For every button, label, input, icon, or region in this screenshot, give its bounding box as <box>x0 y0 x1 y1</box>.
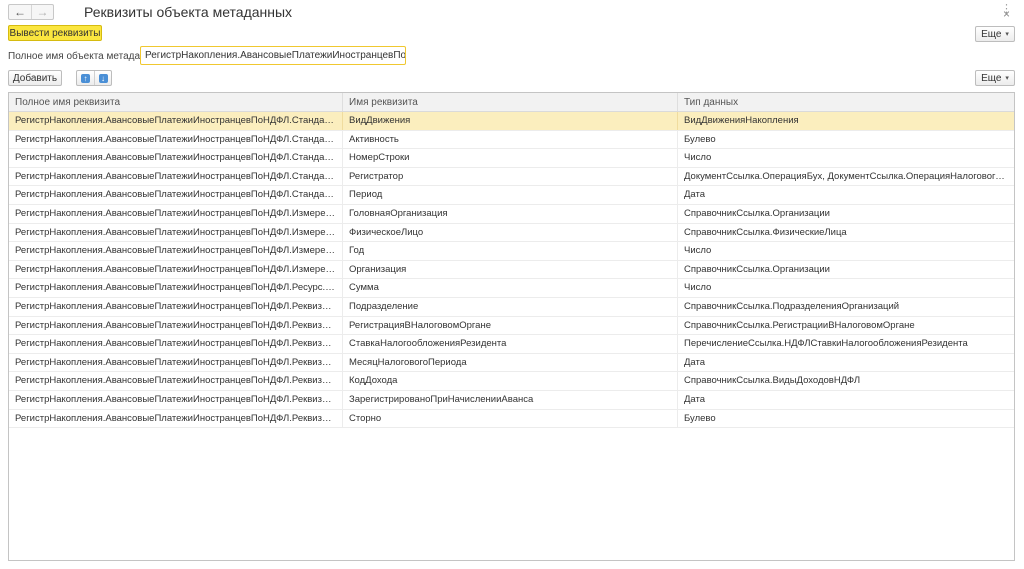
cell-type: СправочникСсылка.Организации <box>684 263 830 275</box>
cell-name: Сторно <box>343 409 678 428</box>
cell-full-name: РегистрНакопления.АвансовыеПлатежиИностр… <box>9 316 343 335</box>
cell-name: ВидДвижения <box>343 112 678 130</box>
table-row[interactable]: РегистрНакопления.АвансовыеПлатежиИностр… <box>9 130 1014 150</box>
cell-full-name: РегистрНакопления.АвансовыеПлатежиИностр… <box>9 372 343 390</box>
output-attributes-label: Вывести реквизиты <box>9 27 101 39</box>
cell-type: СправочникСсылка.РегистрацииВНалоговомОр… <box>684 319 915 331</box>
cell-full-name: РегистрНакопления.АвансовыеПлатежиИностр… <box>9 149 343 167</box>
cell-name: Подразделение <box>343 297 678 316</box>
cell-type: СправочникСсылка.Организации <box>684 207 830 219</box>
caret-down-icon: ▾ <box>1005 31 1009 38</box>
cell-type: Дата <box>684 356 706 368</box>
cell-full-name: РегистрНакопления.АвансовыеПлатежиИностр… <box>9 353 343 372</box>
cell-type: Число <box>684 245 712 257</box>
cell-full-name: РегистрНакопления.АвансовыеПлатежиИностр… <box>9 297 343 316</box>
column-header-type[interactable]: Тип данных <box>678 93 1014 111</box>
cell-full-name: РегистрНакопления.АвансовыеПлатежиИностр… <box>9 167 343 186</box>
table-more-button[interactable]: Еще ▾ <box>975 70 1015 86</box>
column-header-full-name[interactable]: Полное имя реквизита <box>9 93 343 111</box>
table-row[interactable]: РегистрНакопления.АвансовыеПлатежиИностр… <box>9 167 1014 187</box>
table-row[interactable]: РегистрНакопления.АвансовыеПлатежиИностр… <box>9 186 1014 205</box>
add-label: Добавить <box>12 72 58 84</box>
table-row[interactable]: РегистрНакопления.АвансовыеПлатежиИностр… <box>9 112 1014 131</box>
table-row[interactable]: РегистрНакопления.АвансовыеПлатежиИностр… <box>9 149 1014 168</box>
cell-name: ГоловнаяОрганизация <box>343 204 678 223</box>
cell-name: Организация <box>343 260 678 279</box>
cell-full-name: РегистрНакопления.АвансовыеПлатежиИностр… <box>9 390 343 409</box>
cell-type: Дата <box>684 393 706 405</box>
column-header-name[interactable]: Имя реквизита <box>343 93 678 111</box>
move-up-button[interactable]: ↑ <box>77 71 94 85</box>
cell-name: РегистрацияВНалоговомОргане <box>343 316 678 335</box>
cell-name: ЗарегистрированоПриНачисленииАванса <box>343 390 678 409</box>
forward-button[interactable]: → <box>31 5 53 19</box>
attributes-table[interactable]: Полное имя реквизита Имя реквизита Тип д… <box>8 92 1015 561</box>
table-row[interactable]: РегистрНакопления.АвансовыеПлатежиИностр… <box>9 353 1014 373</box>
cell-type: СправочникСсылка.ВидыДоходовНДФЛ <box>684 375 861 387</box>
table-row[interactable]: РегистрНакопления.АвансовыеПлатежиИностр… <box>9 372 1014 391</box>
cell-name: Регистратор <box>343 167 678 186</box>
cell-full-name: РегистрНакопления.АвансовыеПлатежиИностр… <box>9 223 343 242</box>
cell-name: МесяцНалоговогоПериода <box>343 353 678 372</box>
table-row[interactable]: РегистрНакопления.АвансовыеПлатежиИностр… <box>9 204 1014 224</box>
cell-full-name: РегистрНакопления.АвансовыеПлатежиИностр… <box>9 409 343 428</box>
move-buttons: ↑ ↓ <box>76 70 112 86</box>
table-row[interactable]: РегистрНакопления.АвансовыеПлатежиИностр… <box>9 316 1014 336</box>
back-button[interactable]: ← <box>9 5 31 19</box>
cell-type: Дата <box>684 189 706 201</box>
table-row[interactable]: РегистрНакопления.АвансовыеПлатежиИностр… <box>9 223 1014 243</box>
arrow-down-icon: ↓ <box>98 73 108 83</box>
cell-name: КодДохода <box>343 372 678 390</box>
close-button[interactable]: × <box>1003 8 1010 20</box>
close-icon: × <box>1002 7 1010 21</box>
table-row[interactable]: РегистрНакопления.АвансовыеПлатежиИностр… <box>9 242 1014 261</box>
caret-down-icon: ▾ <box>1005 75 1009 82</box>
table-header: Полное имя реквизита Имя реквизита Тип д… <box>9 93 1014 112</box>
cell-name: СтавкаНалогообложенияРезидента <box>343 335 678 353</box>
cell-name: НомерСтроки <box>343 149 678 167</box>
cell-type: Число <box>684 152 712 164</box>
table-row[interactable]: РегистрНакопления.АвансовыеПлатежиИностр… <box>9 335 1014 354</box>
cell-type: ВидДвиженияНакопления <box>684 115 799 126</box>
cell-name: ФизическоеЛицо <box>343 223 678 242</box>
output-attributes-button[interactable]: Вывести реквизиты <box>8 25 102 41</box>
add-button[interactable]: Добавить <box>8 70 62 86</box>
cell-name: Год <box>343 242 678 260</box>
cell-name: Активность <box>343 130 678 149</box>
arrow-right-icon: → <box>36 5 49 19</box>
cell-full-name: РегистрНакопления.АвансовыеПлатежиИностр… <box>9 130 343 149</box>
cell-full-name: РегистрНакопления.АвансовыеПлатежиИностр… <box>9 260 343 279</box>
cell-full-name: РегистрНакопления.АвансовыеПлатежиИностр… <box>9 279 343 297</box>
cell-name: Сумма <box>343 279 678 297</box>
cell-type: Число <box>684 282 712 294</box>
cell-type: Булево <box>684 133 716 145</box>
move-down-button[interactable]: ↓ <box>94 71 111 85</box>
table-row[interactable]: РегистрНакопления.АвансовыеПлатежиИностр… <box>9 279 1014 298</box>
table-row[interactable]: РегистрНакопления.АвансовыеПлатежиИностр… <box>9 409 1014 429</box>
cell-full-name: РегистрНакопления.АвансовыеПлатежиИностр… <box>9 204 343 223</box>
navigation-buttons: ← → <box>8 4 54 20</box>
table-row[interactable]: РегистрНакопления.АвансовыеПлатежиИностр… <box>9 260 1014 280</box>
arrow-up-icon: ↑ <box>81 73 90 83</box>
cell-type: СправочникСсылка.ПодразделенияОрганизаци… <box>684 300 900 312</box>
cell-type: СправочникСсылка.ФизическиеЛица <box>684 226 847 238</box>
cell-full-name: РегистрНакопления.АвансовыеПлатежиИностр… <box>9 335 343 353</box>
cell-full-name: РегистрНакопления.АвансовыеПлатежиИностр… <box>9 186 343 204</box>
table-row[interactable]: РегистрНакопления.АвансовыеПлатежиИностр… <box>9 297 1014 317</box>
table-more-label: Еще <box>981 72 1002 84</box>
page-title: Реквизиты объекта метаданных <box>84 4 293 20</box>
cell-full-name: РегистрНакопления.АвансовыеПлатежиИностр… <box>9 242 343 260</box>
more-label: Еще <box>981 28 1002 40</box>
table-body: РегистрНакопления.АвансовыеПлатежиИностр… <box>9 112 1014 429</box>
more-button[interactable]: Еще ▾ <box>975 26 1015 42</box>
cell-type: ПеречислениеСсылка.НДФЛСтавкиНалогооблож… <box>684 338 968 350</box>
cell-type: ДокументСсылка.ОперацияБух, ДокументСсыл… <box>684 170 1014 182</box>
cell-type: Булево <box>684 412 716 424</box>
arrow-left-icon: ← <box>14 5 26 19</box>
table-row[interactable]: РегистрНакопления.АвансовыеПлатежиИностр… <box>9 390 1014 410</box>
metadata-name-input[interactable]: РегистрНакопления.АвансовыеПлатежиИностр… <box>140 46 406 65</box>
cell-full-name: РегистрНакопления.АвансовыеПлатежиИностр… <box>9 112 343 130</box>
cell-name: Период <box>343 186 678 204</box>
